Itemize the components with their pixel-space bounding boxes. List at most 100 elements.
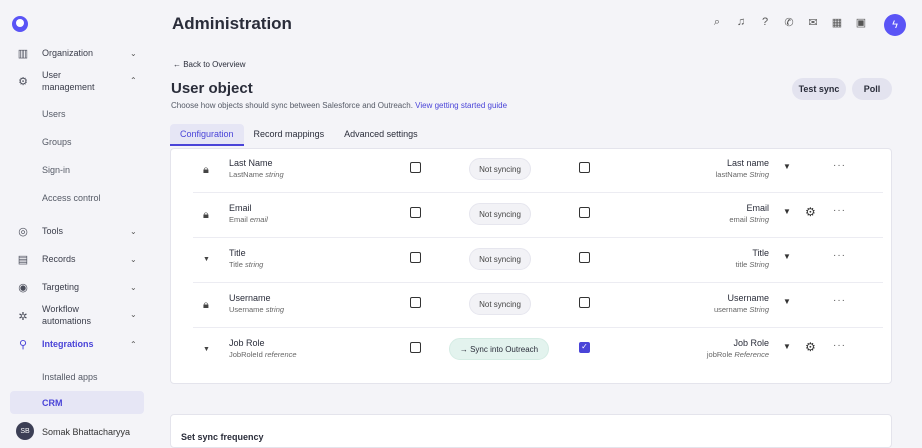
object-heading: User object	[171, 80, 253, 97]
checkbox-target[interactable]: ✓	[579, 342, 590, 353]
field-name: Username	[229, 293, 271, 303]
sidebar-subitem-installed-apps[interactable]: Installed apps	[42, 372, 98, 382]
tabs: Configuration Record mappings Advanced s…	[170, 124, 428, 146]
checkbox-target[interactable]	[579, 252, 590, 263]
lock-icon: 🔒︎	[203, 164, 209, 176]
sidebar-subitem-label: CRM	[42, 398, 63, 408]
target-icon: ◎	[18, 225, 28, 238]
caret-down-icon[interactable]: ▼	[203, 346, 210, 353]
target-api-name: title	[735, 260, 748, 269]
target-field-name: Email	[746, 203, 769, 213]
mail-icon[interactable]: ✉	[806, 16, 820, 29]
tab-configuration[interactable]: Configuration	[170, 124, 244, 146]
chevron-down-icon[interactable]: ▼	[783, 297, 791, 306]
checkbox-target[interactable]	[579, 162, 590, 173]
gear-icon[interactable]: ⚙	[805, 340, 816, 354]
chevron-down-icon[interactable]: ▼	[783, 207, 791, 216]
sidebar-item-label: Organization	[42, 48, 94, 58]
getting-started-guide-link[interactable]: View getting started guide	[415, 101, 507, 110]
chevron-down-icon: ⌄	[130, 48, 137, 58]
sidebar-subitem-groups[interactable]: Groups	[42, 137, 72, 147]
bell-icon[interactable]: ♫	[734, 16, 748, 29]
panel-icon[interactable]: ▣	[854, 16, 868, 29]
table-row: 🔒︎ Last Name LastName string Not syncing…	[193, 148, 883, 193]
targeting-icon: ◉	[18, 281, 28, 294]
chevron-down-icon[interactable]: ▼	[783, 252, 791, 261]
users-gear-icon: ⚙	[18, 75, 28, 88]
sync-status-badge[interactable]: Not syncing	[469, 248, 531, 270]
sidebar-subitem-access-control[interactable]: Access control	[42, 193, 101, 203]
target-field-name: Username	[727, 293, 769, 303]
sync-status-badge[interactable]: Not syncing	[469, 293, 531, 315]
target-api-name: jobRole	[706, 350, 733, 359]
checkbox-target[interactable]	[579, 207, 590, 218]
chevron-down-icon[interactable]: ▼	[783, 342, 791, 351]
target-type: String	[749, 170, 769, 179]
search-icon[interactable]: ⌕	[710, 16, 724, 29]
chevron-down-icon: ⌄	[130, 282, 137, 292]
target-api-name: username	[713, 305, 748, 314]
more-options-icon[interactable]: ···	[833, 160, 846, 171]
sync-status-badge[interactable]: Not syncing	[469, 203, 531, 225]
bolt-icon[interactable]: ϟ	[884, 14, 906, 36]
sync-status-badge[interactable]: Not syncing	[469, 158, 531, 180]
sidebar-item-workflow-automations[interactable]: ✲ Workflow automations ⌄	[0, 302, 158, 328]
top-bar: Administration ⌕ ♫ ? ✆ ✉ ▦ ▣ ϟ	[158, 0, 922, 48]
phone-icon[interactable]: ✆	[782, 16, 796, 29]
field-name: Title	[229, 248, 246, 258]
tab-advanced-settings[interactable]: Advanced settings	[334, 124, 428, 146]
checkbox-source[interactable]	[410, 252, 421, 263]
target-type: String	[749, 305, 769, 314]
sync-status-badge[interactable]: → Sync into Outreach	[449, 338, 549, 360]
checkbox-source[interactable]	[410, 162, 421, 173]
field-api: LastName string	[229, 170, 284, 179]
target-field-api: jobRole Reference	[707, 350, 769, 359]
caret-down-icon[interactable]: ▼	[203, 256, 210, 263]
sidebar-item-label: Workflow automations	[42, 304, 92, 326]
checkbox-source[interactable]	[410, 297, 421, 308]
checkbox-source[interactable]	[410, 207, 421, 218]
calendar-icon[interactable]: ▦	[830, 16, 844, 29]
lock-icon: 🔒︎	[203, 209, 209, 221]
field-type: reference	[264, 350, 297, 359]
outreach-logo-icon[interactable]	[12, 16, 28, 32]
target-field-api: title String	[736, 260, 769, 269]
sidebar-item-integrations[interactable]: ⚲ Integrations ⌃	[0, 337, 158, 351]
field-api-name: Title	[229, 260, 243, 269]
building-icon: ▥	[17, 47, 29, 60]
back-to-overview-link[interactable]: ← Back to Overview	[173, 60, 245, 69]
checkbox-source[interactable]	[410, 342, 421, 353]
more-options-icon[interactable]: ···	[833, 250, 846, 261]
sidebar-subitem-users[interactable]: Users	[42, 109, 66, 119]
field-api: JobRoleId reference	[229, 350, 297, 359]
sidebar-item-organization[interactable]: ▥ Organization ⌄	[0, 46, 158, 60]
field-type: email	[249, 215, 268, 224]
field-type: string	[265, 305, 285, 314]
sidebar-item-user-management[interactable]: ⚙ User management ⌃	[0, 68, 158, 94]
integrations-icon: ⚲	[18, 338, 28, 351]
chevron-down-icon[interactable]: ▼	[783, 162, 791, 171]
more-options-icon[interactable]: ···	[833, 340, 846, 351]
more-options-icon[interactable]: ···	[833, 295, 846, 306]
sidebar-item-records[interactable]: ▤ Records ⌄	[0, 252, 158, 266]
sidebar-item-targeting[interactable]: ◉ Targeting ⌄	[0, 280, 158, 294]
sidebar-subitem-crm[interactable]: CRM	[10, 391, 144, 414]
test-sync-button[interactable]: Test sync	[792, 78, 846, 100]
target-field-name: Title	[752, 248, 769, 258]
poll-button[interactable]: Poll	[852, 78, 892, 100]
table-row: ▼ Job Role JobRoleId reference → Sync in…	[193, 328, 883, 373]
sidebar-item-label: User management	[42, 70, 95, 92]
sidebar-item-tools[interactable]: ◎ Tools ⌄	[0, 224, 158, 238]
sidebar-subitem-sign-in[interactable]: Sign-in	[42, 165, 70, 175]
target-field-api: email String	[729, 215, 769, 224]
target-api-name: lastName	[715, 170, 748, 179]
tab-record-mappings[interactable]: Record mappings	[244, 124, 335, 146]
sidebar-item-label: Tools	[42, 226, 64, 236]
checkbox-target[interactable]	[579, 297, 590, 308]
workflow-icon: ✲	[18, 310, 28, 323]
field-api-name: JobRoleId	[229, 350, 263, 359]
gear-icon[interactable]: ⚙	[805, 205, 816, 219]
target-type: Reference	[734, 350, 769, 359]
help-icon[interactable]: ?	[758, 16, 772, 29]
more-options-icon[interactable]: ···	[833, 205, 846, 216]
